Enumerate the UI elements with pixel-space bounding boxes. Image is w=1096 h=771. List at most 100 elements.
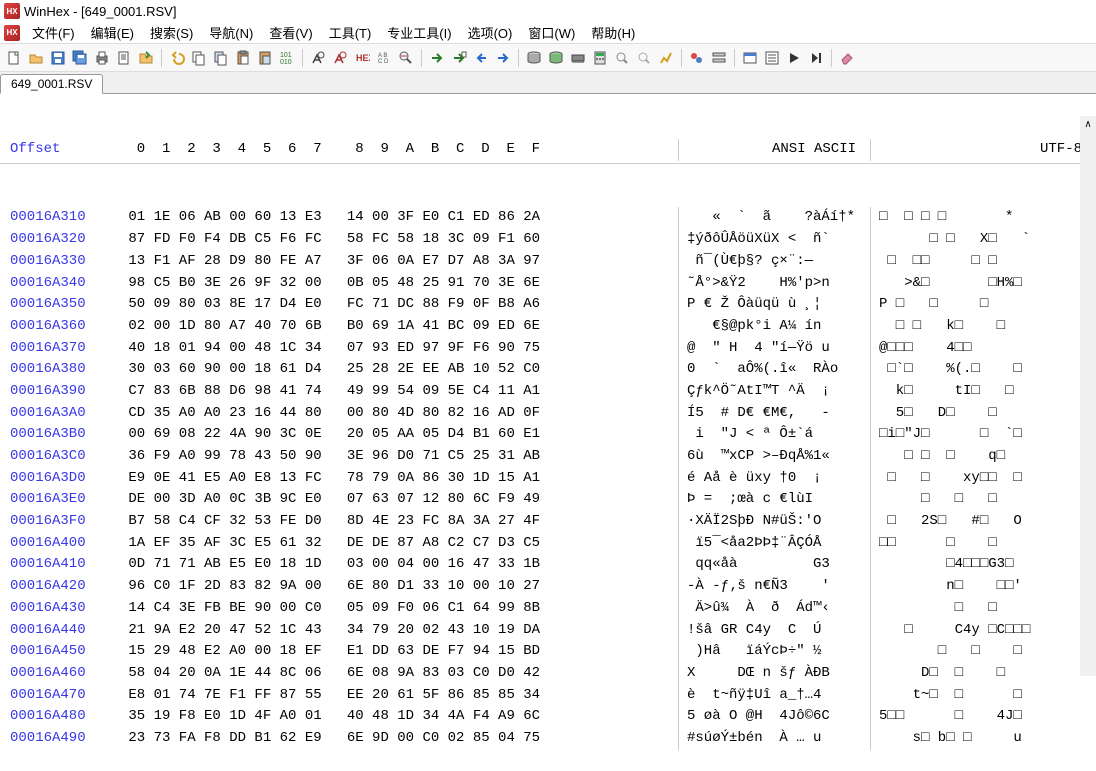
hex-row[interactable]: 00016A380 30 03 60 90 00 18 61 D4 25 28 … bbox=[0, 359, 1096, 381]
utf8-cell[interactable]: □4□□□G3□ bbox=[870, 554, 1096, 576]
utf8-cell[interactable]: t~□ □ □ bbox=[870, 685, 1096, 707]
analyze-icon[interactable] bbox=[656, 48, 676, 68]
utf8-cell[interactable]: >&□ □H%□ bbox=[870, 273, 1096, 295]
utf8-cell[interactable]: s□ b□ □ u bbox=[870, 728, 1096, 750]
copy-icon[interactable] bbox=[189, 48, 209, 68]
ansi-cell[interactable]: @ ″ H 4 ″í—Ÿö u bbox=[678, 338, 870, 360]
hex-row[interactable]: 00016A3F0 B7 58 C4 CF 32 53 FE D0 8D 4E … bbox=[0, 511, 1096, 533]
utf8-cell[interactable]: n□ □□' bbox=[870, 576, 1096, 598]
utf8-cell[interactable]: □ C4y □C□□□ bbox=[870, 620, 1096, 642]
utf8-cell[interactable]: 5□ D□ □ bbox=[870, 403, 1096, 425]
vertical-scrollbar[interactable]: ∧ bbox=[1080, 116, 1096, 676]
menu-item-9[interactable]: 帮助(H) bbox=[583, 21, 643, 44]
hex-row[interactable]: 00016A390 C7 83 6B 88 D6 98 41 74 49 99 … bbox=[0, 381, 1096, 403]
ansi-cell[interactable]: Þ = ;œà c €lùI bbox=[678, 489, 870, 511]
play-icon[interactable] bbox=[784, 48, 804, 68]
ansi-cell[interactable]: !šâ GR C4y C Ú bbox=[678, 620, 870, 642]
hex-cell[interactable]: 40 18 01 94 00 48 1C 34 07 93 ED 97 9F F… bbox=[112, 338, 678, 360]
hex-row[interactable]: 00016A340 98 C5 B0 3E 26 9F 32 00 0B 05 … bbox=[0, 273, 1096, 295]
paste-write-icon[interactable] bbox=[255, 48, 275, 68]
hex-row[interactable]: 00016A3C0 36 F9 A0 99 78 43 50 90 3E 96 … bbox=[0, 446, 1096, 468]
hex-row[interactable]: 00016A420 96 C0 1F 2D 83 82 9A 00 6E 80 … bbox=[0, 576, 1096, 598]
hex-cell[interactable]: C7 83 6B 88 D6 98 41 74 49 99 54 09 5E C… bbox=[112, 381, 678, 403]
goto-sector-icon[interactable] bbox=[449, 48, 469, 68]
hex-cell[interactable]: 36 F9 A0 99 78 43 50 90 3E 96 D0 71 C5 2… bbox=[112, 446, 678, 468]
hex-row[interactable]: 00016A360 02 00 1D 80 A7 40 70 6B B0 69 … bbox=[0, 316, 1096, 338]
hex-row[interactable]: 00016A480 35 19 F8 E0 1D 4F A0 01 40 48 … bbox=[0, 706, 1096, 728]
zoom-icon[interactable] bbox=[612, 48, 632, 68]
hex-cell[interactable]: 96 C0 1F 2D 83 82 9A 00 6E 80 D1 33 10 0… bbox=[112, 576, 678, 598]
utf8-cell[interactable]: □ □ □ □ * bbox=[870, 207, 1096, 229]
hex-cell[interactable]: E8 01 74 7E F1 FF 87 55 EE 20 61 5F 86 8… bbox=[112, 685, 678, 707]
hex-cell[interactable]: 01 1E 06 AB 00 60 13 E3 14 00 3F E0 C1 E… bbox=[112, 207, 678, 229]
properties-icon[interactable] bbox=[114, 48, 134, 68]
copy-block-icon[interactable] bbox=[211, 48, 231, 68]
settings-icon[interactable] bbox=[709, 48, 729, 68]
list-icon[interactable] bbox=[762, 48, 782, 68]
ansi-cell[interactable]: ·XÄÏ2SþÐ N#üŠ:'O bbox=[678, 511, 870, 533]
menu-item-0[interactable]: 文件(F) bbox=[24, 21, 83, 44]
hex-cell[interactable]: 02 00 1D 80 A7 40 70 6B B0 69 1A 41 BC 0… bbox=[112, 316, 678, 338]
menu-item-4[interactable]: 查看(V) bbox=[261, 21, 320, 44]
hex-cell[interactable]: 21 9A E2 20 47 52 1C 43 34 79 20 02 43 1… bbox=[112, 620, 678, 642]
hex-row[interactable]: 00016A440 21 9A E2 20 47 52 1C 43 34 79 … bbox=[0, 620, 1096, 642]
open-file-icon[interactable] bbox=[26, 48, 46, 68]
hex-cell[interactable]: CD 35 A0 A0 23 16 44 80 00 80 4D 80 82 1… bbox=[112, 403, 678, 425]
ansi-cell[interactable]: ˜Å°>&Ÿ2 H%'p>n bbox=[678, 273, 870, 295]
menu-item-8[interactable]: 窗口(W) bbox=[520, 21, 583, 44]
hex-cell[interactable]: DE 00 3D A0 0C 3B 9C E0 07 63 07 12 80 6… bbox=[112, 489, 678, 511]
utf8-cell[interactable]: □□ □ □ bbox=[870, 533, 1096, 555]
utf8-cell[interactable]: □ □ xy□□ □ bbox=[870, 468, 1096, 490]
disk-icon[interactable] bbox=[524, 48, 544, 68]
menu-item-5[interactable]: 工具(T) bbox=[321, 21, 380, 44]
utf8-cell[interactable]: □ 2S□ #□ O bbox=[870, 511, 1096, 533]
utf8-cell[interactable]: P □ □ □ bbox=[870, 294, 1096, 316]
print-icon[interactable] bbox=[92, 48, 112, 68]
hex-row[interactable]: 00016A3B0 00 69 08 22 4A 90 3C 0E 20 05 … bbox=[0, 424, 1096, 446]
hex-row[interactable]: 00016A3E0 DE 00 3D A0 0C 3B 9C E0 07 63 … bbox=[0, 489, 1096, 511]
ram-icon[interactable] bbox=[568, 48, 588, 68]
hex-cell[interactable]: 98 C5 B0 3E 26 9F 32 00 0B 05 48 25 91 7… bbox=[112, 273, 678, 295]
utf8-cell[interactable]: @□□□ 4□□ bbox=[870, 338, 1096, 360]
hex-row[interactable]: 00016A410 0D 71 71 AB E5 E0 18 1D 03 00 … bbox=[0, 554, 1096, 576]
ansi-cell[interactable]: Í5 # D€ €M€, - bbox=[678, 403, 870, 425]
ansi-cell[interactable]: ñ¯(Ù€þ§? ç×¨:— bbox=[678, 251, 870, 273]
menu-item-7[interactable]: 选项(O) bbox=[460, 21, 521, 44]
eraser-icon[interactable] bbox=[837, 48, 857, 68]
ansi-cell[interactable]: « ` ã ?àÁí†* bbox=[678, 207, 870, 229]
find-text-icon[interactable]: A BC D bbox=[374, 48, 394, 68]
menu-item-1[interactable]: 编辑(E) bbox=[83, 21, 142, 44]
hex-search-icon[interactable]: HEX bbox=[352, 48, 372, 68]
hex-row[interactable]: 00016A400 1A EF 35 AF 3C E5 61 32 DE DE … bbox=[0, 533, 1096, 555]
step-icon[interactable] bbox=[806, 48, 826, 68]
hex-row[interactable]: 00016A490 23 73 FA F8 DD B1 62 E9 6E 9D … bbox=[0, 728, 1096, 750]
menu-item-6[interactable]: 专业工具(I) bbox=[379, 21, 459, 44]
hex-row[interactable]: 00016A470 E8 01 74 7E F1 FF 87 55 EE 20 … bbox=[0, 685, 1096, 707]
hex-cell[interactable]: 00 69 08 22 4A 90 3C 0E 20 05 AA 05 D4 B… bbox=[112, 424, 678, 446]
hex-row[interactable]: 00016A350 50 09 80 03 8E 17 D4 E0 FC 71 … bbox=[0, 294, 1096, 316]
hex-cell[interactable]: 50 09 80 03 8E 17 D4 E0 FC 71 DC 88 F9 0… bbox=[112, 294, 678, 316]
hex-row[interactable]: 00016A320 87 FD F0 F4 DB C5 F6 FC 58 FC … bbox=[0, 229, 1096, 251]
ansi-cell[interactable]: è t~ñÿ‡Uî a_†…4 bbox=[678, 685, 870, 707]
ansi-cell[interactable]: i "J < ª Ô±`á bbox=[678, 424, 870, 446]
ansi-cell[interactable]: 0 ` aÔ%(.î« RÀo bbox=[678, 359, 870, 381]
hex-row[interactable]: 00016A460 58 04 20 0A 1E 44 8C 06 6E 08 … bbox=[0, 663, 1096, 685]
ansi-cell[interactable]: )Hâ ïáÝcÞ÷″ ½ bbox=[678, 641, 870, 663]
replace-icon[interactable] bbox=[396, 48, 416, 68]
hex-cell[interactable]: 15 29 48 E2 A0 00 18 EF E1 DD 63 DE F7 9… bbox=[112, 641, 678, 663]
hex-cell[interactable]: B7 58 C4 CF 32 53 FE D0 8D 4E 23 FC 8A 3… bbox=[112, 511, 678, 533]
ansi-cell[interactable]: ‡ýðôÛÅöüXüX < ñ` bbox=[678, 229, 870, 251]
find-icon[interactable] bbox=[308, 48, 328, 68]
hex-cell[interactable]: 13 F1 AF 28 D9 80 FE A7 3F 06 0A E7 D7 A… bbox=[112, 251, 678, 273]
utf8-cell[interactable]: □ □ □ bbox=[870, 641, 1096, 663]
hex-cell[interactable]: E9 0E 41 E5 A0 E8 13 FC 78 79 0A 86 30 1… bbox=[112, 468, 678, 490]
utf8-cell[interactable]: □ □□ □ □ bbox=[870, 251, 1096, 273]
window-icon[interactable] bbox=[740, 48, 760, 68]
new-file-icon[interactable] bbox=[4, 48, 24, 68]
hex-cell[interactable]: 35 19 F8 E0 1D 4F A0 01 40 48 1D 34 4A F… bbox=[112, 706, 678, 728]
ansi-cell[interactable]: ï5¯<åa2ÞÞ‡¨ÂÇÓÅ bbox=[678, 533, 870, 555]
hex-row[interactable]: 00016A3A0 CD 35 A0 A0 23 16 44 80 00 80 … bbox=[0, 403, 1096, 425]
back-icon[interactable] bbox=[471, 48, 491, 68]
goto-icon[interactable] bbox=[427, 48, 447, 68]
hex-cell[interactable]: 87 FD F0 F4 DB C5 F6 FC 58 FC 58 18 3C 0… bbox=[112, 229, 678, 251]
